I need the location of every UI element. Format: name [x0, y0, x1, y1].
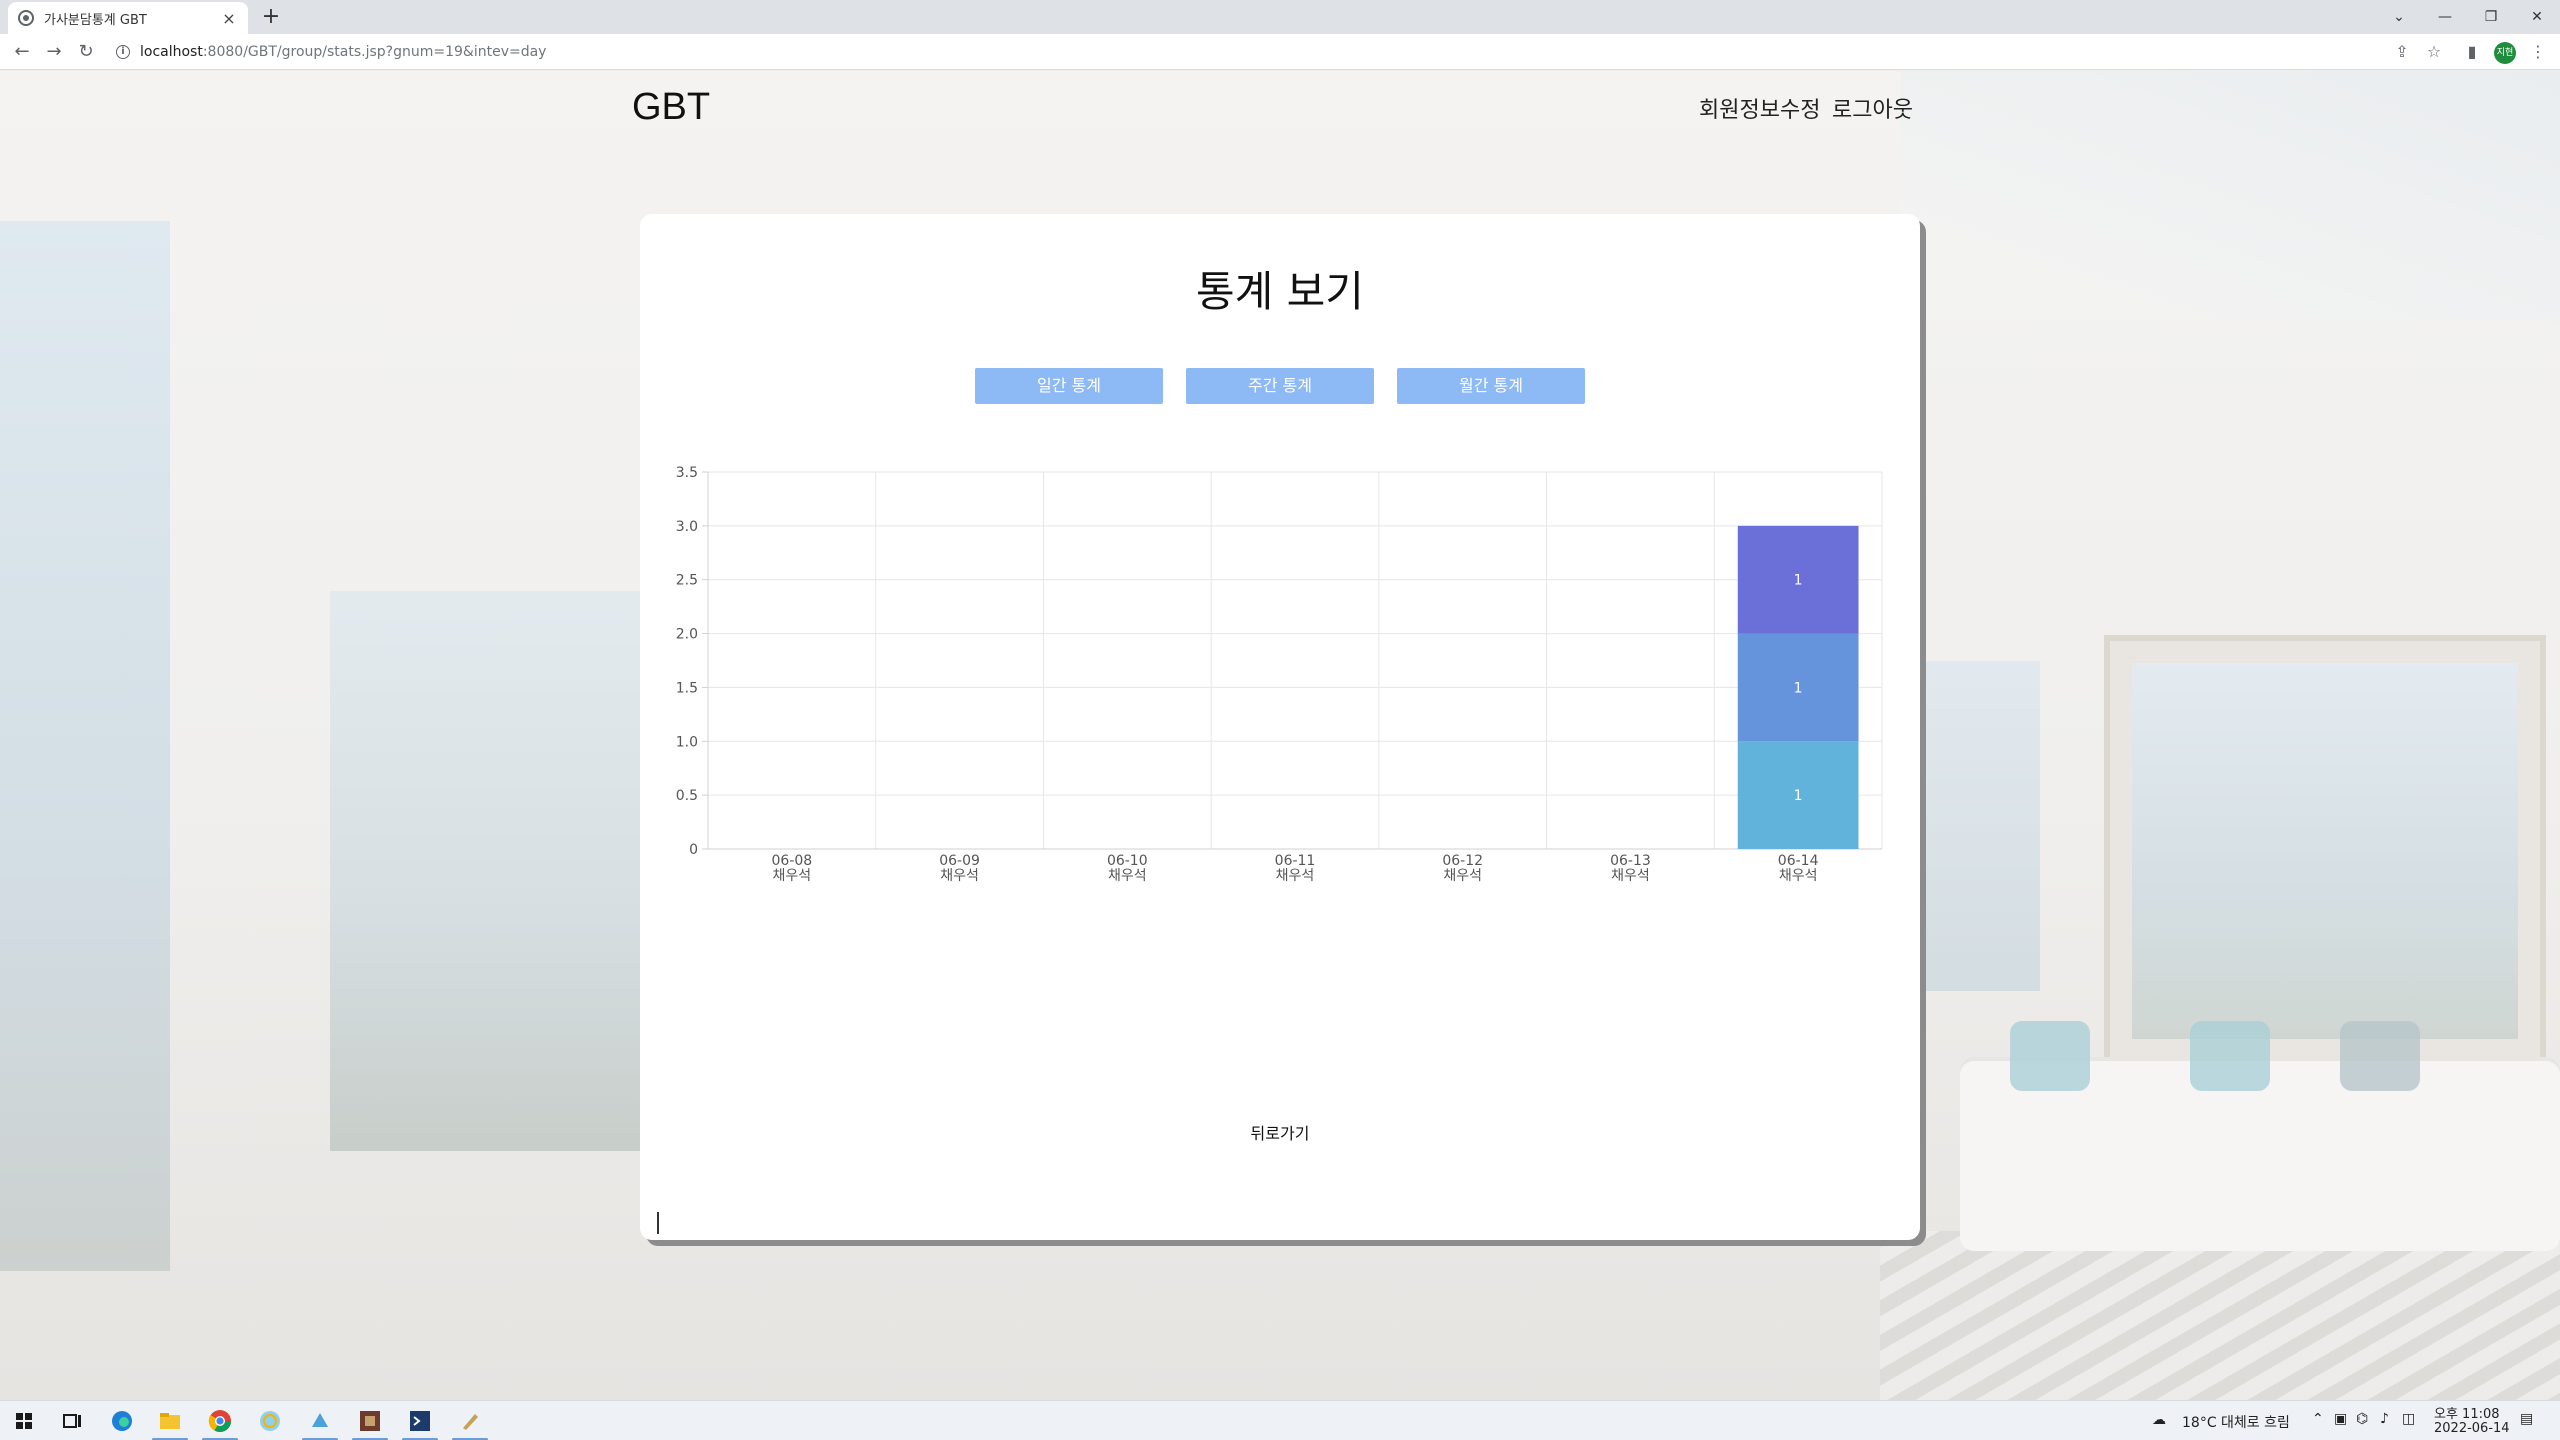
profile-avatar[interactable]: 지현 [2494, 42, 2516, 64]
back-link[interactable]: 뒤로가기 [640, 1120, 1920, 1144]
forward-arrow-icon[interactable]: → [42, 40, 66, 64]
tab-search-icon[interactable]: ⌄ [2376, 0, 2422, 34]
x-tick-sublabel: 채우석 [1108, 868, 1147, 884]
url-text: localhost:8080/GBT/group/stats.jsp?gnum=… [140, 44, 547, 60]
x-tick-label: 06-12 [1442, 853, 1483, 869]
bookmark-star-icon[interactable]: ☆ [2424, 42, 2444, 62]
x-tick-label: 06-14 [1778, 853, 1819, 869]
browser-tabbar: 가사분담통계 GBT × + ⌄ — ❐ ✕ [0, 0, 2560, 34]
y-tick-label: 1.0 [676, 734, 698, 750]
tab-close-icon[interactable]: × [220, 9, 238, 28]
tray-chevron-icon[interactable]: ⌃ [2312, 1411, 2324, 1427]
url-input[interactable]: i localhost:8080/GBT/group/stats.jsp?gnu… [110, 38, 2370, 66]
monthly-stats-button[interactable]: 월간 통계 [1397, 368, 1585, 404]
y-tick-label: 0 [689, 842, 698, 858]
weather-cloud-icon[interactable]: ☁ [2152, 1412, 2166, 1428]
background-rug [1880, 1231, 2560, 1400]
network-icon[interactable]: ▣ [2334, 1411, 2347, 1427]
restore-button[interactable]: ❐ [2468, 0, 2514, 34]
x-tick-label: 06-09 [939, 853, 980, 869]
site-info-icon[interactable]: i [116, 45, 130, 59]
wifi-icon[interactable]: ⌬ [2356, 1411, 2368, 1427]
browser-app-icon[interactable] [256, 1407, 284, 1435]
edit-profile-link[interactable]: 회원정보수정 [1699, 92, 1820, 124]
y-tick-label: 0.5 [676, 788, 698, 804]
globe-icon [18, 10, 34, 26]
address-bar: ← → ↻ i localhost:8080/GBT/group/stats.j… [0, 34, 2560, 70]
file-explorer-icon[interactable] [156, 1407, 184, 1435]
edge-icon[interactable] [108, 1407, 136, 1435]
volume-icon[interactable]: ♪ [2380, 1411, 2389, 1427]
x-tick-sublabel: 채우석 [1276, 868, 1315, 884]
battery-icon[interactable]: ◫ [2402, 1411, 2415, 1427]
background-cushion [2190, 1021, 2270, 1091]
editor-app-icon[interactable] [456, 1407, 484, 1435]
background-ceiling [1900, 71, 2560, 321]
windows-start-icon[interactable] [10, 1407, 38, 1435]
clock-date[interactable]: 2022-06-14 [2434, 1421, 2510, 1436]
menu-kebab-icon[interactable]: ⋮ [2528, 42, 2548, 62]
background-cushion [2010, 1021, 2090, 1091]
x-tick-sublabel: 채우석 [1779, 868, 1818, 884]
ide-app-icon[interactable] [306, 1407, 334, 1435]
back-arrow-icon[interactable]: ← [10, 40, 34, 64]
clock-time[interactable]: 오후 11:08 [2434, 1403, 2500, 1422]
bar-data-label: 1 [1794, 788, 1803, 804]
tab-title: 가사분담통계 GBT [44, 12, 147, 28]
chrome-icon[interactable] [206, 1407, 234, 1435]
weather-text[interactable]: 18°C 대체로 흐림 [2182, 1412, 2290, 1432]
x-tick-sublabel: 채우석 [773, 868, 812, 884]
y-tick-label: 1.5 [676, 680, 698, 696]
x-tick-label: 06-13 [1610, 853, 1651, 869]
background-cushion [2340, 1021, 2420, 1091]
background-window [1920, 661, 2040, 991]
y-tick-label: 2.0 [676, 627, 698, 643]
x-tick-label: 06-10 [1107, 853, 1148, 869]
site-logo[interactable]: GBT [632, 86, 710, 129]
stats-card: 통계 보기 일간 통계 주간 통계 월간 통계 0 0.5 1.0 1.5 2.0 2.5… [640, 214, 1920, 1240]
x-tick-label: 06-11 [1275, 853, 1316, 869]
stats-chart: 0 0.5 1.0 1.5 2.0 2.5 3.0 3.5 06-08 채우석 06-09 채우석 06… [640, 464, 1920, 914]
terminal-app-icon[interactable] [406, 1407, 434, 1435]
daily-stats-button[interactable]: 일간 통계 [975, 368, 1163, 404]
side-panel-icon[interactable]: ▮ [2462, 42, 2482, 62]
x-tick-label: 06-08 [772, 853, 813, 869]
x-tick-sublabel: 채우석 [1443, 868, 1482, 884]
notification-icon[interactable]: ▤ [2520, 1411, 2533, 1427]
game-app-icon[interactable] [356, 1407, 384, 1435]
background-window [0, 221, 170, 1271]
bar-data-label: 1 [1794, 680, 1803, 696]
reload-icon[interactable]: ↻ [74, 40, 98, 64]
task-view-icon[interactable] [58, 1407, 86, 1435]
y-tick-label: 2.5 [676, 573, 698, 589]
weekly-stats-button[interactable]: 주간 통계 [1186, 368, 1374, 404]
text-caret [657, 1212, 659, 1234]
x-tick-sublabel: 채우석 [1611, 868, 1650, 884]
minimize-button[interactable]: — [2422, 0, 2468, 34]
page-title: 통계 보기 [1196, 267, 1364, 316]
close-window-button[interactable]: ✕ [2514, 0, 2560, 34]
taskbar: ☁ 18°C 대체로 흐림 ⌃ ▣ ⌬ ♪ ◫ 오후 11:08 2022-06… [0, 1400, 2560, 1440]
bar-data-label: 1 [1794, 573, 1803, 589]
browser-tab[interactable]: 가사분담통계 GBT × [8, 2, 248, 34]
chart-svg: 00.51.01.52.02.53.03.506-08채우석06-09채우석06… [661, 465, 1883, 914]
share-icon[interactable]: ⇪ [2392, 42, 2412, 62]
x-tick-sublabel: 채우석 [940, 868, 979, 884]
background-mirror [2110, 641, 2540, 1061]
logout-link[interactable]: 로그아웃 [1832, 92, 1913, 124]
y-tick-label: 3.0 [676, 519, 698, 535]
new-tab-button[interactable]: + [258, 4, 284, 30]
y-tick-label: 3.5 [676, 465, 698, 481]
background-window [330, 591, 650, 1151]
